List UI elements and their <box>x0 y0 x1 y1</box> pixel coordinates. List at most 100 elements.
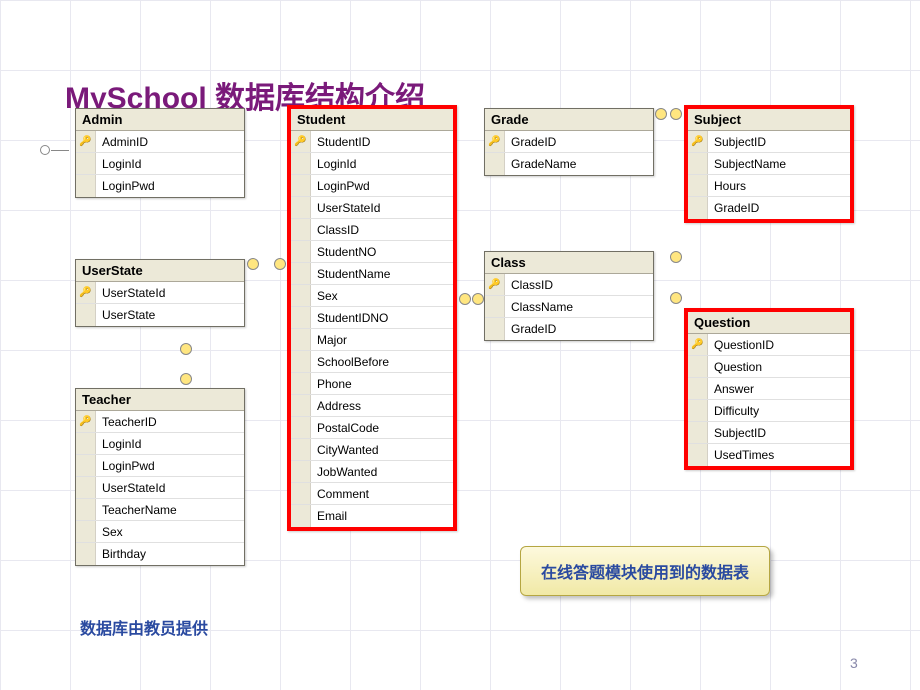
column-gutter <box>291 241 311 262</box>
table-body: 🔑AdminIDLoginIdLoginPwd <box>76 131 244 197</box>
primary-key-icon: 🔑 <box>291 131 311 152</box>
page-number: 3 <box>850 655 858 671</box>
column-name: LoginPwd <box>96 179 244 193</box>
connector-icon <box>670 292 682 304</box>
column-name: Sex <box>311 289 453 303</box>
column-gutter <box>76 455 96 476</box>
column-row: GradeID <box>485 318 653 340</box>
footer-note: 数据库由教员提供 <box>80 615 208 639</box>
table-header: Subject <box>688 109 850 131</box>
column-name: LoginPwd <box>311 179 453 193</box>
column-name: Sex <box>96 525 244 539</box>
column-row: Email <box>291 505 453 527</box>
column-name: GradeID <box>708 201 850 215</box>
column-row: LoginPwd <box>76 455 244 477</box>
column-gutter <box>688 153 708 174</box>
column-name: SubjectID <box>708 135 850 149</box>
column-gutter <box>291 263 311 284</box>
primary-key-icon: 🔑 <box>76 131 96 152</box>
column-row: ClassName <box>485 296 653 318</box>
column-name: GradeName <box>505 157 653 171</box>
column-row: 🔑UserStateId <box>76 282 244 304</box>
connector-icon <box>180 343 192 355</box>
column-row: TeacherName <box>76 499 244 521</box>
column-row: SchoolBefore <box>291 351 453 373</box>
column-row: Major <box>291 329 453 351</box>
connector-icon <box>472 293 484 305</box>
column-gutter <box>291 197 311 218</box>
column-gutter <box>291 373 311 394</box>
column-gutter <box>291 175 311 196</box>
table-subject: Subject 🔑SubjectIDSubjectNameHours GradeI… <box>684 105 854 223</box>
table-body: 🔑ClassID ClassName GradeID <box>485 274 653 340</box>
column-row: 🔑SubjectID <box>688 131 850 153</box>
column-gutter <box>76 433 96 454</box>
column-row: Question <box>688 356 850 378</box>
primary-key-icon: 🔑 <box>485 274 505 295</box>
column-name: JobWanted <box>311 465 453 479</box>
table-teacher: Teacher 🔑TeacherIDLoginIdLoginPwdUserSta… <box>75 388 245 566</box>
column-name: Email <box>311 509 453 523</box>
column-name: StudentID <box>311 135 453 149</box>
column-gutter <box>291 461 311 482</box>
column-name: Comment <box>311 487 453 501</box>
column-name: UserStateId <box>311 201 453 215</box>
column-row: LoginPwd <box>76 175 244 197</box>
column-row: 🔑ClassID <box>485 274 653 296</box>
column-gutter <box>76 543 96 565</box>
column-gutter <box>291 505 311 527</box>
column-row: GradeID <box>688 197 850 219</box>
column-gutter <box>291 439 311 460</box>
column-name: CityWanted <box>311 443 453 457</box>
callout-text: 在线答题模块使用到的数据表 <box>541 565 749 582</box>
column-name: Phone <box>311 377 453 391</box>
column-gutter <box>76 175 96 197</box>
bullet-icon <box>40 145 50 155</box>
connector-icon <box>670 108 682 120</box>
connector-icon <box>670 251 682 263</box>
column-gutter <box>76 521 96 542</box>
column-gutter <box>76 304 96 326</box>
column-gutter <box>688 444 708 466</box>
column-name: SubjectID <box>708 426 850 440</box>
column-name: ClassName <box>505 300 653 314</box>
connector-icon <box>459 293 471 305</box>
column-name: UsedTimes <box>708 448 850 462</box>
table-body: 🔑StudentID LoginId LoginPwd UserStateId Clas… <box>291 131 453 527</box>
column-gutter <box>76 153 96 174</box>
column-gutter <box>291 395 311 416</box>
primary-key-icon: 🔑 <box>76 282 96 303</box>
column-row: Hours <box>688 175 850 197</box>
column-row: StudentName <box>291 263 453 285</box>
table-body: 🔑GradeIDGradeName <box>485 131 653 175</box>
column-row: UserStateId <box>291 197 453 219</box>
table-header: Question <box>688 312 850 334</box>
column-row: LoginId <box>76 433 244 455</box>
column-name: GradeID <box>505 322 653 336</box>
column-name: AdminID <box>96 135 244 149</box>
column-row: LoginPwd <box>291 175 453 197</box>
connector-icon <box>180 373 192 385</box>
column-row: SubjectName <box>688 153 850 175</box>
table-header: UserState <box>76 260 244 282</box>
column-name: UserStateId <box>96 481 244 495</box>
column-gutter <box>688 356 708 377</box>
column-row: 🔑StudentID <box>291 131 453 153</box>
column-gutter <box>76 499 96 520</box>
column-row: JobWanted <box>291 461 453 483</box>
table-header: Student <box>291 109 453 131</box>
column-row: UserState <box>76 304 244 326</box>
column-row: 🔑AdminID <box>76 131 244 153</box>
column-row: Phone <box>291 373 453 395</box>
column-row: GradeName <box>485 153 653 175</box>
column-gutter <box>688 378 708 399</box>
column-name: Question <box>708 360 850 374</box>
column-row: Sex <box>291 285 453 307</box>
column-name: LoginId <box>96 437 244 451</box>
column-gutter <box>485 153 505 175</box>
table-header: Grade <box>485 109 653 131</box>
column-name: LoginId <box>311 157 453 171</box>
column-gutter <box>485 296 505 317</box>
column-row: CityWanted <box>291 439 453 461</box>
column-row: ClassID <box>291 219 453 241</box>
